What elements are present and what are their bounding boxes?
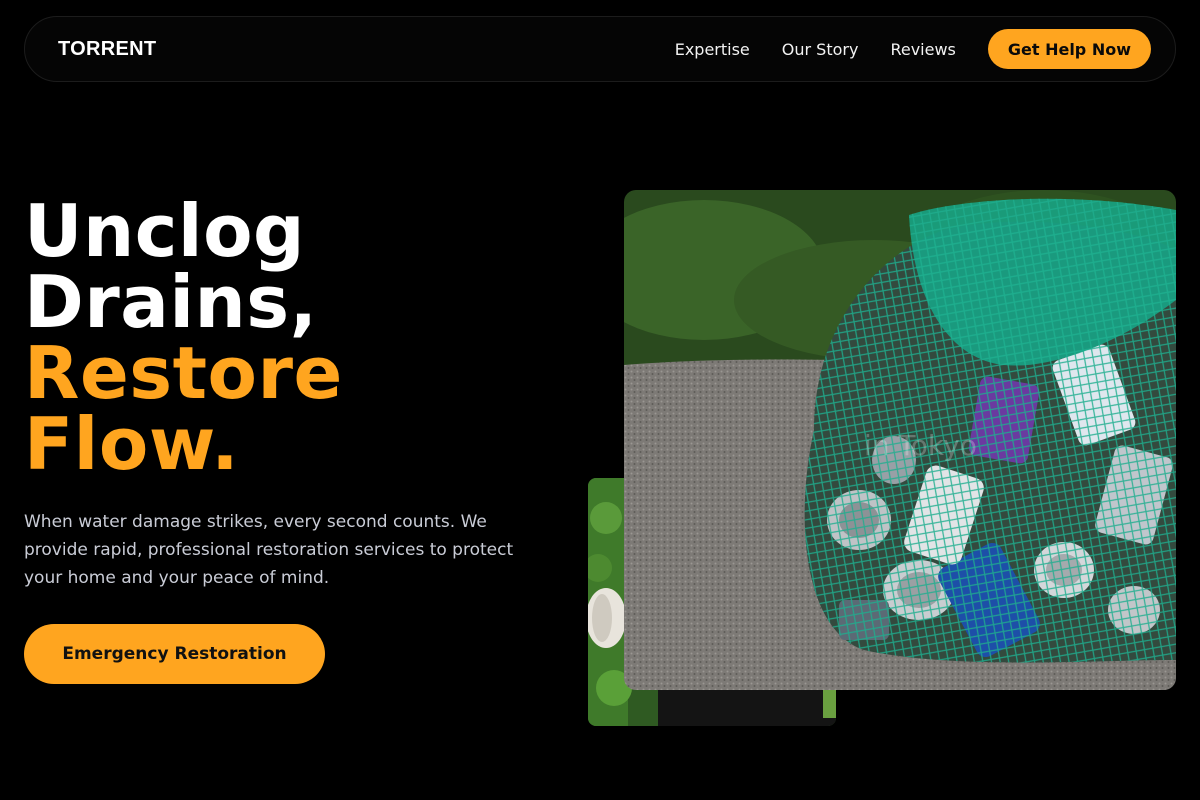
hero-title-line-3: Restore bbox=[24, 331, 343, 415]
get-help-now-button[interactable]: Get Help Now bbox=[987, 29, 1151, 69]
emergency-restoration-button[interactable]: Emergency Restoration bbox=[24, 624, 325, 684]
hero-title-line-4: Flow. bbox=[24, 402, 240, 486]
hero-title-line-2: Drains, bbox=[24, 260, 318, 344]
main-hero-image: in Tokyo bbox=[624, 190, 1176, 690]
hero-title: Unclog Drains, Restore Flow. bbox=[24, 189, 343, 486]
nav-link-our-story[interactable]: Our Story bbox=[782, 40, 859, 59]
top-navbar: TORRENT Expertise Our Story Reviews Get … bbox=[24, 16, 1176, 82]
hero-title-line-1: Unclog bbox=[24, 189, 306, 273]
nav-menu: Expertise Our Story Reviews Get Help Now bbox=[675, 29, 1151, 69]
brand-logo[interactable]: TORRENT bbox=[58, 38, 156, 61]
hero-description: When water damage strikes, every second … bbox=[24, 512, 514, 588]
nav-link-expertise[interactable]: Expertise bbox=[675, 40, 750, 59]
main-photo-art: in Tokyo bbox=[624, 190, 1176, 690]
nav-link-reviews[interactable]: Reviews bbox=[890, 40, 955, 59]
image-watermark: in Tokyo bbox=[864, 429, 977, 462]
